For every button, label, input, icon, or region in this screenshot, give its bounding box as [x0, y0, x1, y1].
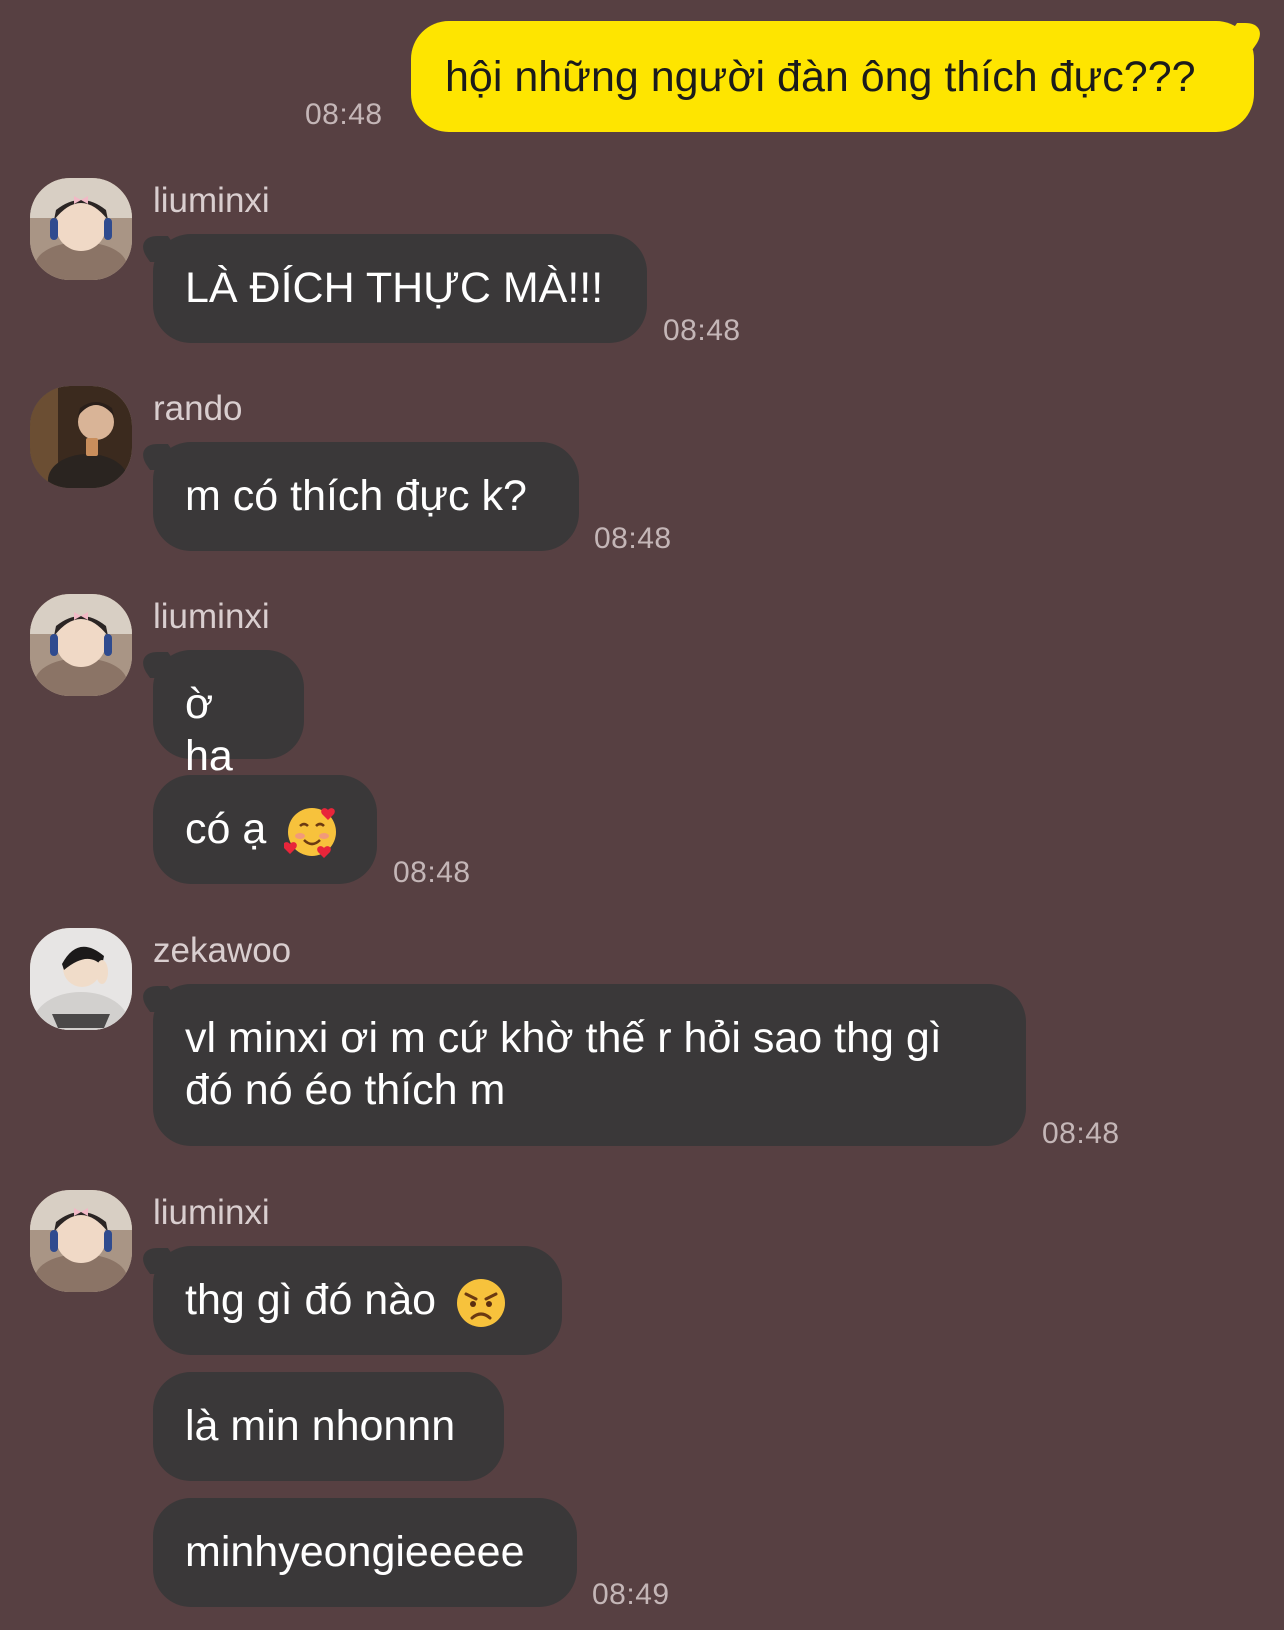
message-text: là min nhonnn — [185, 1402, 456, 1450]
liuminxi-avatar[interactable] — [30, 594, 132, 696]
message-bubble[interactable]: vl minxi ơi m cứ khờ thế r hỏi sao thg g… — [153, 984, 1026, 1146]
message-bubble[interactable]: minhyeongieeeee — [153, 1498, 577, 1607]
message-timestamp: 08:49 — [592, 1578, 670, 1611]
sender-name: liuminxi — [153, 597, 270, 636]
message-timestamp: 08:48 — [663, 314, 741, 347]
rando-avatar[interactable] — [30, 386, 132, 488]
message-text: minhyeongieeeee — [185, 1528, 525, 1576]
message-bubble[interactable]: thg gì đó nào — [153, 1246, 562, 1355]
sender-name: liuminxi — [153, 181, 270, 220]
message-timestamp: 08:48 — [594, 522, 672, 555]
outgoing-timestamp: 08:48 — [305, 98, 383, 131]
message-bubble[interactable]: ờ ha — [153, 650, 304, 780]
message-bubble[interactable]: có ạ — [153, 775, 377, 884]
message-bubble[interactable]: LÀ ĐÍCH THỰC MÀ!!! — [153, 234, 647, 343]
outgoing-message-text: hội những người đàn ông thích đực??? — [445, 53, 1196, 101]
message-text: LÀ ĐÍCH THỰC MÀ!!! — [185, 264, 604, 312]
smiling-face-with-hearts-icon — [284, 807, 337, 858]
sender-name: liuminxi — [153, 1193, 270, 1232]
liuminxi-avatar[interactable] — [30, 178, 132, 280]
liuminxi-avatar[interactable] — [30, 1190, 132, 1292]
message-timestamp: 08:48 — [1042, 1117, 1120, 1150]
message-text: thg gì đó nào — [185, 1276, 437, 1324]
message-text: m có thích đực k? — [185, 472, 527, 520]
message-text: có ạ — [185, 805, 267, 853]
message-text: ờ ha — [185, 680, 233, 780]
message-timestamp: 08:48 — [393, 856, 471, 889]
sender-name: zekawoo — [153, 931, 292, 970]
angry-face-icon — [457, 1278, 506, 1327]
zekawoo-avatar[interactable] — [30, 928, 132, 1030]
message-bubble[interactable]: m có thích đực k? — [153, 442, 579, 551]
outgoing-message-bubble[interactable]: hội những người đàn ông thích đực??? — [411, 21, 1254, 132]
sender-name: rando — [153, 389, 243, 428]
message-text-line: đó nó éo thích m — [185, 1066, 506, 1114]
message-bubble[interactable]: là min nhonnn — [153, 1372, 504, 1481]
message-text-line: vl minxi ơi m cứ khờ thế r hỏi sao thg g… — [185, 1014, 942, 1062]
